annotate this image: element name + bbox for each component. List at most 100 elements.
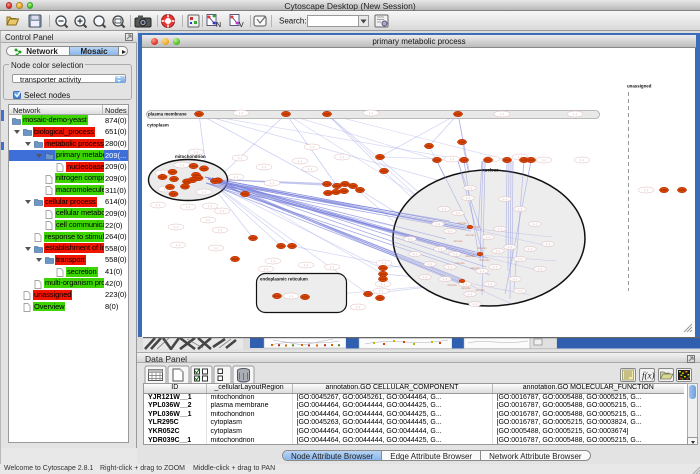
svg-text:(...): (...) xyxy=(518,289,522,293)
svg-text:(...): (...) xyxy=(194,150,198,154)
svg-text:mmm: mmm xyxy=(342,183,348,186)
svg-text:(...): (...) xyxy=(533,222,537,226)
svg-text:mmm: mmm xyxy=(232,258,238,261)
svg-text:mmm: mmm xyxy=(159,176,165,179)
svg-text:(...): (...) xyxy=(408,237,412,241)
svg-text:mmm: mmm xyxy=(426,145,432,148)
svg-text:(...): (...) xyxy=(518,207,522,211)
svg-text:(...): (...) xyxy=(436,222,440,226)
svg-text:mm-mm: mm-mm xyxy=(466,234,475,237)
svg-text:(...): (...) xyxy=(156,203,160,207)
svg-text:(...): (...) xyxy=(546,242,550,246)
svg-text:(...): (...) xyxy=(176,243,180,247)
svg-text:mmm: mmm xyxy=(334,185,340,188)
svg-text:(...): (...) xyxy=(468,186,472,190)
svg-text:(...): (...) xyxy=(262,165,266,169)
svg-text:(...): (...) xyxy=(466,196,470,200)
svg-text:(...): (...) xyxy=(488,282,492,286)
svg-text:(...): (...) xyxy=(468,292,472,296)
svg-text:mm-mm: mm-mm xyxy=(448,284,457,287)
svg-text:f(x): f(x) xyxy=(642,371,655,381)
svg-text:mmm: mmm xyxy=(171,178,177,181)
svg-text:mmm: mmm xyxy=(274,295,280,298)
svg-text:(...): (...) xyxy=(496,249,500,253)
svg-text:Search:: Search: xyxy=(279,17,307,26)
svg-text:(...): (...) xyxy=(528,247,532,251)
svg-text:(...): (...) xyxy=(264,267,268,271)
svg-text:(...): (...) xyxy=(382,261,386,265)
svg-text:mmm: mmm xyxy=(201,168,207,171)
svg-text:(...): (...) xyxy=(503,197,507,201)
svg-text:mmm: mmm xyxy=(455,113,461,116)
svg-text:mmm: mmm xyxy=(377,156,383,159)
svg-text:(...): (...) xyxy=(379,289,383,293)
svg-text:(...): (...) xyxy=(500,112,504,116)
svg-text:(...): (...) xyxy=(644,188,648,192)
svg-text:mm-mm: mm-mm xyxy=(478,247,487,250)
svg-text:(...): (...) xyxy=(450,157,454,161)
svg-text:(...): (...) xyxy=(423,275,427,279)
svg-text:(...): (...) xyxy=(493,265,497,269)
svg-text:(...): (...) xyxy=(498,227,502,231)
svg-text:mmm: mmm xyxy=(357,189,363,192)
svg-text:(...): (...) xyxy=(218,228,222,232)
svg-text:mmm: mmm xyxy=(679,189,685,192)
svg-text:unassigned: unassigned xyxy=(627,84,652,89)
svg-text:mmm: mmm xyxy=(196,113,202,116)
svg-text:mm-mm: mm-mm xyxy=(456,262,465,265)
svg-text:mmm: mmm xyxy=(324,183,330,186)
svg-text:mmm: mmm xyxy=(341,190,347,193)
svg-text:(...): (...) xyxy=(340,155,344,159)
svg-text:mmm: mmm xyxy=(189,179,195,182)
svg-text:mmm: mmm xyxy=(170,193,176,196)
svg-text:mmm: mmm xyxy=(289,245,295,248)
svg-text:mmm: mmm xyxy=(302,296,308,299)
svg-text:mmm: mmm xyxy=(377,297,383,300)
svg-text:mmm: mmm xyxy=(661,189,667,192)
svg-text:(...): (...) xyxy=(174,225,178,229)
svg-text:mmm: mmm xyxy=(278,245,284,248)
svg-text:(...): (...) xyxy=(310,145,314,149)
svg-text:mmm: mmm xyxy=(350,185,356,188)
svg-text:mmm: mmm xyxy=(380,267,386,270)
svg-text:(...): (...) xyxy=(428,262,432,266)
svg-text:cytoplasm: cytoplasm xyxy=(147,123,169,128)
svg-text:(...): (...) xyxy=(220,209,224,213)
svg-text:mmm: mmm xyxy=(485,159,491,162)
svg-text:mm-mm: mm-mm xyxy=(454,240,463,243)
svg-text:(...): (...) xyxy=(202,190,206,194)
svg-text:mm-mm: mm-mm xyxy=(466,255,475,258)
svg-text:V: V xyxy=(239,22,244,29)
svg-text:mmm: mmm xyxy=(325,192,331,195)
svg-text:(...): (...) xyxy=(289,294,293,298)
svg-text:mmm: mmm xyxy=(528,159,534,162)
svg-text:(...): (...) xyxy=(270,181,274,185)
svg-text:(...): (...) xyxy=(208,204,212,208)
svg-text:mmm: mmm xyxy=(250,237,256,240)
svg-text:mmm: mmm xyxy=(242,193,248,196)
svg-text:(...): (...) xyxy=(456,211,460,215)
svg-text:endoplasmic reticulum: endoplasmic reticulum xyxy=(260,277,308,282)
svg-text:(...): (...) xyxy=(448,265,452,269)
svg-text:(...): (...) xyxy=(180,163,184,167)
svg-text:mmm: mmm xyxy=(169,171,175,174)
svg-text:(...): (...) xyxy=(308,167,312,171)
svg-text:mmm: mmm xyxy=(167,186,173,189)
svg-text:(...): (...) xyxy=(443,277,447,281)
svg-text:mm-mm: mm-mm xyxy=(476,289,485,292)
svg-text:(...): (...) xyxy=(214,246,218,250)
svg-text:mm-mm: mm-mm xyxy=(462,287,471,290)
svg-text:(...): (...) xyxy=(542,158,546,162)
svg-text:(...): (...) xyxy=(448,229,452,233)
svg-text:(...): (...) xyxy=(453,252,457,256)
svg-text:(...): (...) xyxy=(304,263,308,267)
svg-text:mmm: mmm xyxy=(333,191,339,194)
svg-text:(...): (...) xyxy=(486,235,490,239)
svg-text:plasma membrane: plasma membrane xyxy=(148,112,187,117)
svg-text:(...): (...) xyxy=(234,175,238,179)
svg-text:(...): (...) xyxy=(413,252,417,256)
svg-text:(...): (...) xyxy=(538,267,542,271)
svg-text:(...): (...) xyxy=(186,205,190,209)
svg-text:mmm: mmm xyxy=(381,170,387,173)
svg-text:(...): (...) xyxy=(298,159,302,163)
